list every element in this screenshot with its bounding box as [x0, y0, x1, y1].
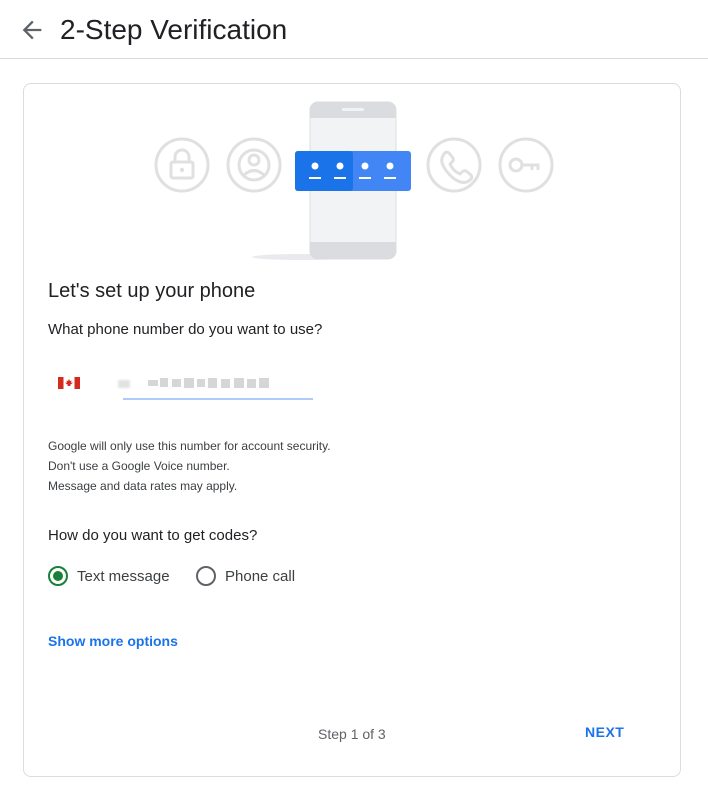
- setup-card: Let's set up your phone What phone numbe…: [23, 83, 681, 777]
- codes-question: How do you want to get codes?: [48, 527, 258, 544]
- note-line: Google will only use this number for acc…: [48, 439, 331, 453]
- page-title: 2-Step Verification: [60, 14, 288, 45]
- phone-number-input[interactable]: [123, 368, 313, 400]
- phone-verification-illustration: [154, 101, 554, 260]
- app-header: 2-Step Verification: [0, 0, 708, 59]
- show-more-options-link[interactable]: Show more options: [48, 633, 178, 649]
- lock-icon: [154, 137, 210, 193]
- note-line: Don't use a Google Voice number.: [48, 459, 230, 473]
- phone-number-question: What phone number do you want to use?: [48, 321, 323, 338]
- setup-heading: Let's set up your phone: [48, 280, 256, 302]
- canada-flag-icon[interactable]: [58, 377, 80, 389]
- radio-button-unchecked[interactable]: [196, 566, 216, 586]
- next-button[interactable]: NEXT: [585, 724, 624, 740]
- note-line: Message and data rates may apply.: [48, 479, 238, 493]
- phone-handset-icon: [426, 137, 482, 193]
- phone-call-option[interactable]: Phone call: [196, 564, 295, 588]
- phone-number-row: [48, 368, 348, 402]
- text-message-label: Text message: [77, 567, 170, 585]
- radio-button-checked[interactable]: [48, 566, 68, 586]
- phone-call-label: Phone call: [225, 567, 296, 585]
- phone-usage-notes: Google will only use this number for acc…: [48, 436, 331, 496]
- text-message-option[interactable]: Text message: [48, 564, 170, 588]
- arrow-back-icon[interactable]: [18, 16, 46, 44]
- step-indicator: Step 1 of 3: [318, 726, 386, 742]
